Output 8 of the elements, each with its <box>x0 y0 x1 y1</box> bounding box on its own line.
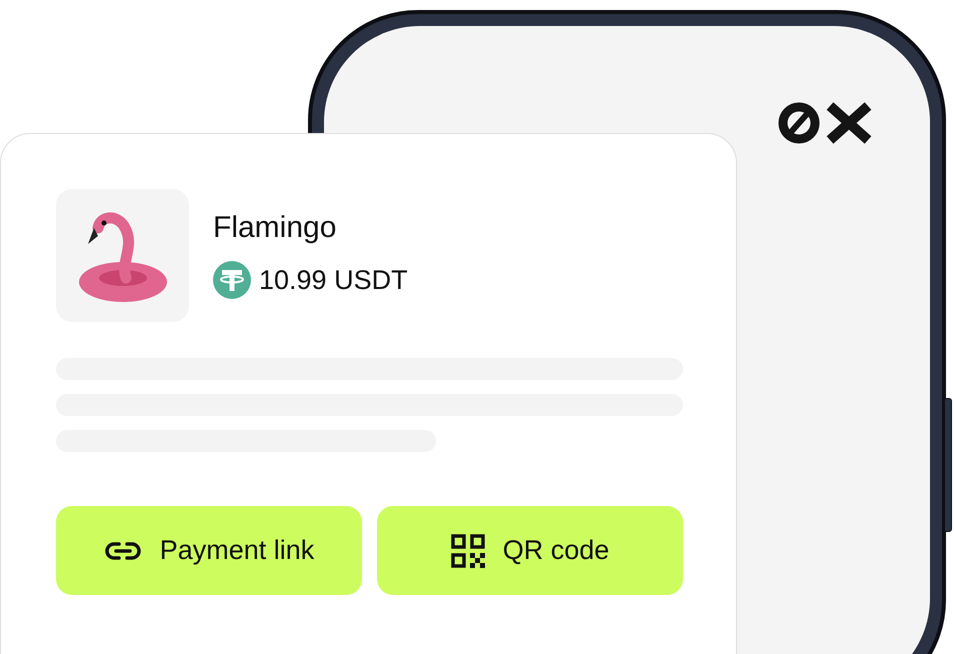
logo-icon <box>778 102 874 144</box>
link-icon <box>104 540 142 560</box>
product-price: 10.99 USDT <box>259 264 408 297</box>
product-name: Flamingo <box>213 210 338 244</box>
qr-code-button[interactable]: QR code <box>377 506 683 595</box>
tether-coin-icon <box>213 261 251 299</box>
payment-link-button[interactable]: Payment link <box>56 506 362 595</box>
qr-code-icon <box>450 534 485 568</box>
